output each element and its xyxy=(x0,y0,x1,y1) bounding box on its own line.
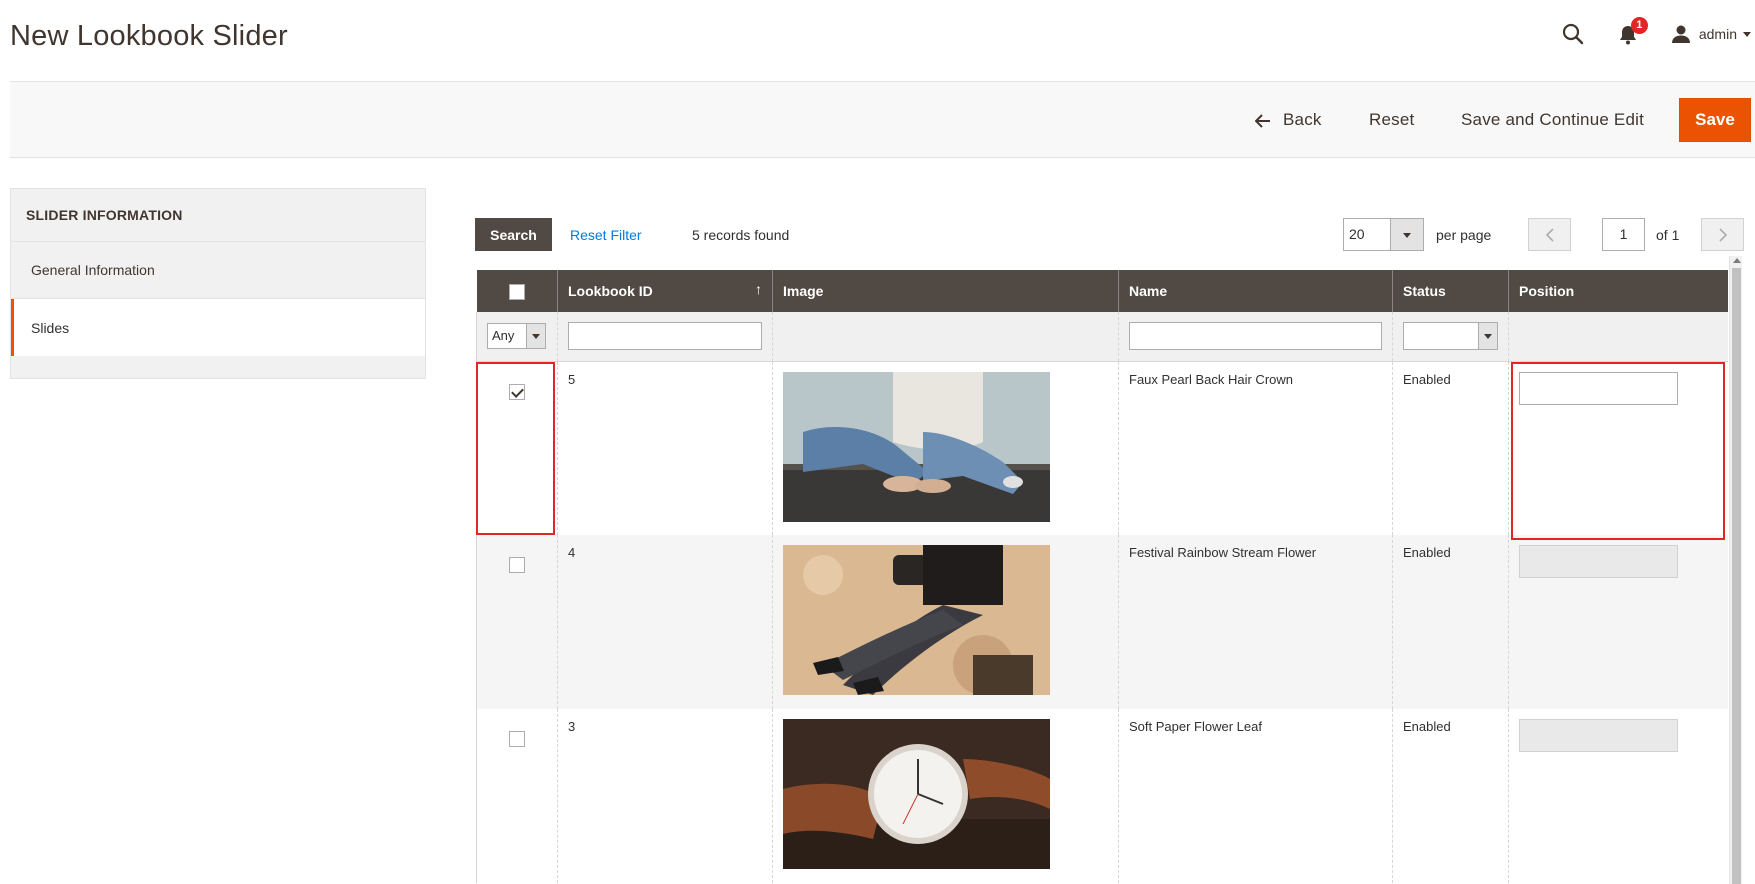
page-title: New Lookbook Slider xyxy=(10,20,288,52)
slides-grid: Lookbook ID ↑ Image Name Status Position … xyxy=(476,270,1728,883)
slide-thumbnail-image xyxy=(783,719,1050,869)
column-header-position[interactable]: Position xyxy=(1508,270,1728,312)
status-cell: Enabled xyxy=(1392,361,1509,535)
status-cell: Enabled xyxy=(1392,709,1509,883)
back-label: Back xyxy=(1283,110,1322,129)
name-cell: Festival Rainbow Stream Flower xyxy=(1118,535,1393,709)
records-count: 5 records found xyxy=(692,226,790,243)
row-checkbox[interactable] xyxy=(509,383,525,400)
notifications-bell-icon[interactable]: 1 xyxy=(1617,17,1648,48)
search-button[interactable]: Search xyxy=(475,218,552,251)
image-cell xyxy=(772,709,1119,883)
table-row: 3 Soft Paper Flower Leaf Enabled xyxy=(476,709,1728,883)
position-input[interactable] xyxy=(1519,719,1678,752)
column-header-select xyxy=(476,270,558,312)
filter-id-cell xyxy=(557,312,773,362)
scrollbar-thumb[interactable] xyxy=(1732,268,1741,884)
lookbook-id-cell: 4 xyxy=(557,535,773,709)
save-button[interactable]: Save xyxy=(1679,98,1751,142)
sort-arrow-up-icon: ↑ xyxy=(755,281,762,297)
image-cell xyxy=(772,361,1119,535)
next-page-button[interactable] xyxy=(1701,218,1744,251)
header-actions: 1 admin xyxy=(1561,17,1755,50)
lookbook-id-cell: 3 xyxy=(557,709,773,883)
name-cell: Soft Paper Flower Leaf xyxy=(1118,709,1393,883)
row-checkbox[interactable] xyxy=(509,557,525,573)
filter-position-cell xyxy=(1508,312,1728,362)
save-and-continue-button[interactable]: Save and Continue Edit xyxy=(1461,82,1644,158)
lookbook-id-filter-input[interactable] xyxy=(568,322,762,351)
position-cell xyxy=(1508,535,1728,709)
column-header-name[interactable]: Name xyxy=(1118,270,1393,312)
position-input[interactable] xyxy=(1519,545,1678,578)
column-header-image[interactable]: Image xyxy=(772,270,1119,312)
table-row: 4 Festival Rainbow Stream Flower Enabled xyxy=(476,535,1728,709)
filter-image-cell xyxy=(772,312,1119,362)
per-page-label: per page xyxy=(1436,226,1492,243)
filter-status-cell xyxy=(1392,312,1509,362)
chevron-down-icon xyxy=(1390,219,1423,250)
arrow-left-icon xyxy=(1254,113,1271,128)
chevron-right-icon xyxy=(1718,227,1727,242)
name-filter-input[interactable] xyxy=(1129,322,1382,351)
chevron-left-icon xyxy=(1545,227,1554,242)
select-filter-value: Any xyxy=(492,328,515,344)
total-pages-label: of 1 xyxy=(1656,226,1680,243)
user-menu[interactable]: admin xyxy=(1671,24,1755,44)
position-input[interactable] xyxy=(1519,371,1678,405)
image-cell xyxy=(772,535,1119,709)
search-icon[interactable] xyxy=(1561,22,1585,46)
chevron-down-icon xyxy=(1478,323,1497,350)
notification-badge: 1 xyxy=(1630,17,1648,34)
column-header-status[interactable]: Status xyxy=(1392,270,1509,312)
filter-name-cell xyxy=(1118,312,1393,362)
user-icon xyxy=(1671,25,1690,43)
page-number-input[interactable]: 1 xyxy=(1602,218,1645,251)
position-cell xyxy=(1508,709,1728,883)
column-header-lookbook-id[interactable]: Lookbook ID ↑ xyxy=(557,270,773,312)
select-all-checkbox[interactable] xyxy=(508,283,525,300)
status-cell: Enabled xyxy=(1392,535,1509,709)
previous-page-button[interactable] xyxy=(1528,218,1571,251)
sidebar: SLIDER INFORMATION General Information S… xyxy=(10,188,426,379)
scroll-up-icon xyxy=(1733,258,1741,263)
reset-button[interactable]: Reset xyxy=(1369,82,1414,158)
page-actions-bar: Back Reset Save and Continue Edit Save xyxy=(10,81,1755,158)
filter-select-cell: Any xyxy=(476,312,558,362)
table-row: 5 Faux Pearl Back Hair Crown Enabled xyxy=(476,361,1728,535)
grid-header-row: Lookbook ID ↑ Image Name Status Position xyxy=(476,270,1728,312)
position-cell xyxy=(1508,361,1728,535)
reset-filter-link[interactable]: Reset Filter xyxy=(570,218,642,251)
user-name: admin xyxy=(1698,26,1737,42)
chevron-down-icon xyxy=(1743,31,1751,37)
chevron-down-icon xyxy=(526,324,545,349)
status-filter-dropdown[interactable] xyxy=(1403,322,1498,351)
per-page-value: 20 xyxy=(1349,226,1365,242)
lookbook-id-cell: 5 xyxy=(557,361,773,535)
name-cell: Faux Pearl Back Hair Crown xyxy=(1118,361,1393,535)
sidebar-item-slides[interactable]: Slides xyxy=(11,299,425,356)
sidebar-title: SLIDER INFORMATION xyxy=(11,189,425,242)
page: New Lookbook Slider 1 admin Back Reset S… xyxy=(0,0,1755,884)
slide-thumbnail-image xyxy=(783,545,1050,695)
back-button[interactable]: Back xyxy=(1254,82,1322,158)
row-checkbox[interactable] xyxy=(509,731,525,747)
grid-filter-row: Any xyxy=(476,312,1728,362)
sidebar-item-general-information[interactable]: General Information xyxy=(11,242,425,299)
per-page-select[interactable]: 20 xyxy=(1343,218,1424,251)
slide-thumbnail-image xyxy=(783,371,1050,522)
grid-scrollbar[interactable] xyxy=(1729,256,1742,884)
select-filter-dropdown[interactable]: Any xyxy=(487,323,546,350)
